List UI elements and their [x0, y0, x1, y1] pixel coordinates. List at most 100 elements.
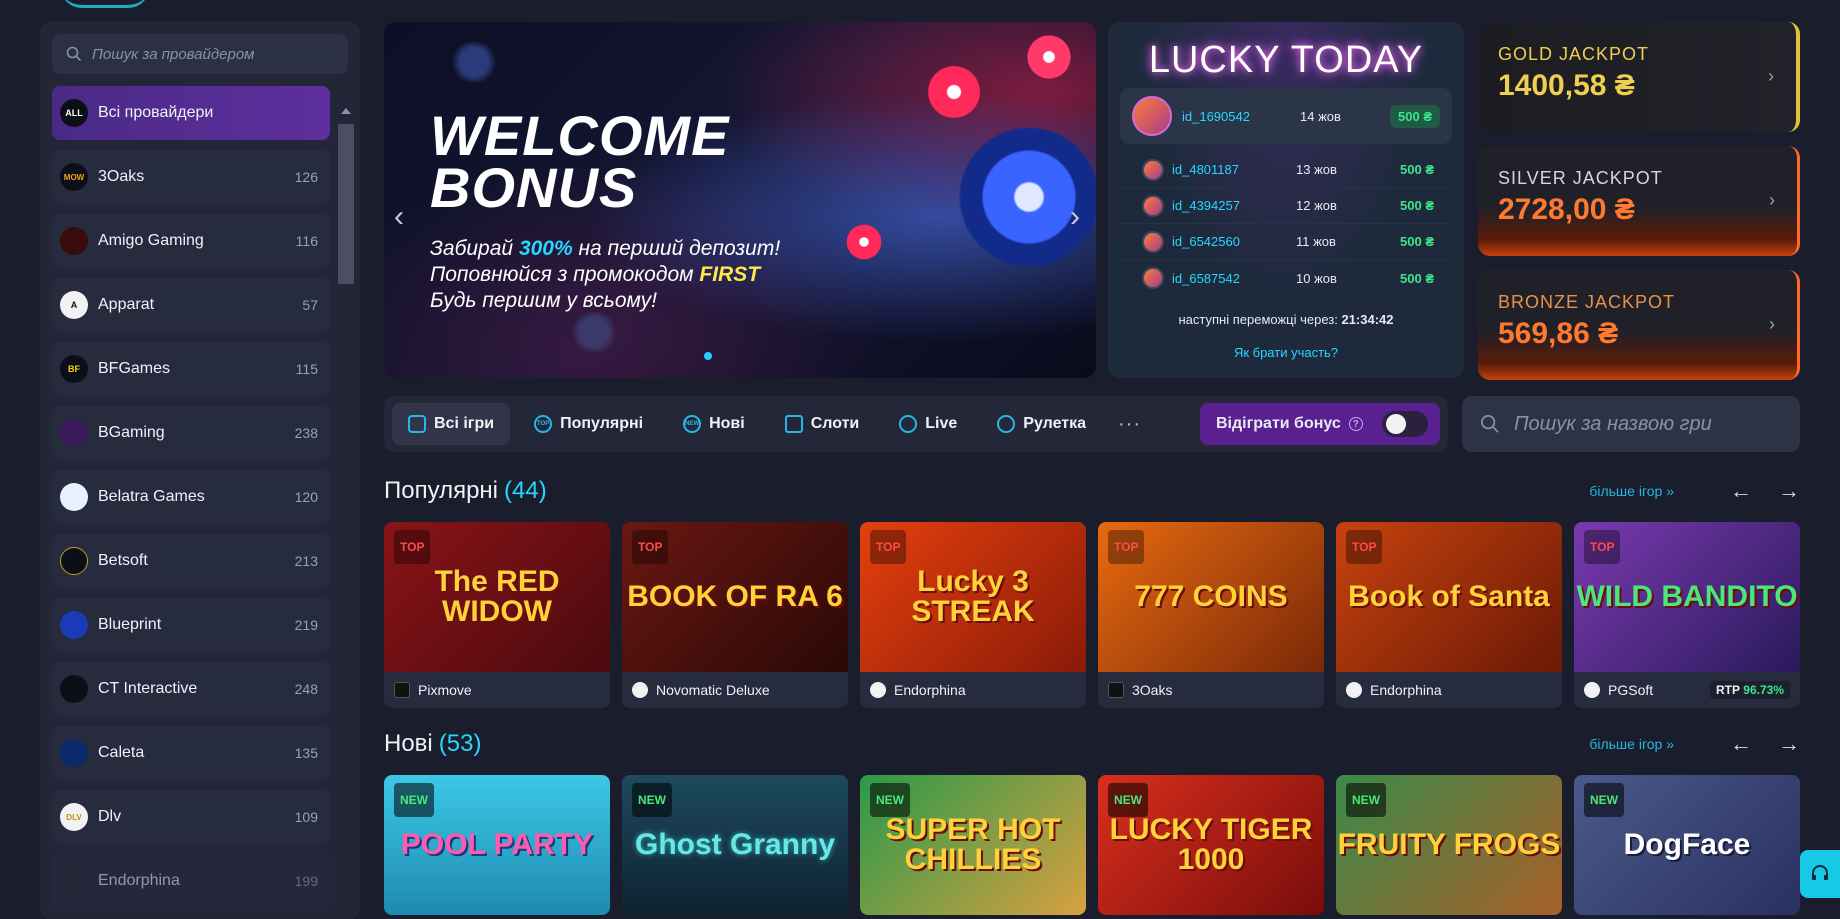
gold-jackpot-card[interactable]: GOLD JACKPOT 1400,58 ₴ ›	[1478, 22, 1800, 132]
provider-item-all[interactable]: ALL Всі провайдери	[52, 86, 330, 140]
provider-item-amigo-gaming[interactable]: Amigo Gaming 116	[52, 214, 330, 268]
game-card[interactable]: NEW POOL PARTY	[384, 775, 610, 915]
new-icon: NEW	[683, 415, 702, 433]
provider-count: 115	[295, 361, 318, 377]
how-to-participate-link[interactable]: Як брати участь?	[1120, 345, 1452, 360]
provider-count: 120	[294, 489, 318, 505]
toggle-switch[interactable]	[1382, 411, 1428, 437]
more-games-link[interactable]: більше ігор »	[1589, 736, 1674, 752]
welcome-bonus-banner[interactable]: WELCOME BONUS Забирай 300% на перший деп…	[384, 22, 1096, 378]
winner-amount: 500 ₴	[1400, 270, 1434, 286]
winner-date: 12 жов	[1296, 198, 1337, 213]
jackpot-label: GOLD JACKPOT	[1498, 44, 1650, 64]
game-thumbnail: TOP BOOK OF RA 6	[622, 522, 848, 672]
search-icon	[66, 46, 82, 62]
tab-slots[interactable]: Слоти	[769, 403, 876, 445]
new-badge: NEW	[1584, 783, 1624, 817]
game-title: FRUITY FROGS	[1337, 828, 1561, 861]
arrow-left-icon[interactable]: ←	[1730, 731, 1752, 757]
provider-item-dlv[interactable]: DLV Dlv 109	[52, 790, 330, 844]
provider-item-ct-interactive[interactable]: CT Interactive 248	[52, 662, 330, 716]
arrow-right-icon[interactable]: →	[1778, 731, 1800, 757]
banner-pagination-dot[interactable]	[704, 352, 712, 360]
provider-name: Endorphina	[98, 872, 180, 889]
provider-item-blueprint[interactable]: Blueprint 219	[52, 598, 330, 652]
game-card[interactable]: TOP The RED WIDOW Pixmove	[384, 522, 610, 708]
game-card[interactable]: TOP BOOK OF RA 6 Novomatic Deluxe	[622, 522, 848, 708]
winner-amount: 500 ₴	[1400, 198, 1434, 213]
lucky-winner-row: id_6587542 10 жов 500 ₴	[1120, 260, 1452, 296]
next-winners-timer: наступні переможці через: 21:34:42	[1120, 312, 1452, 327]
game-title: POOL PARTY	[400, 828, 594, 861]
game-thumbnail: TOP WILD BANDITO	[1574, 522, 1800, 672]
roulette-icon	[997, 415, 1016, 433]
provider-count: 109	[294, 809, 318, 825]
provider-item-bfgames[interactable]: BF BFGames 115	[52, 342, 330, 396]
game-card[interactable]: NEW LUCKY TIGER 1000	[1098, 775, 1324, 915]
provider-item-endorphina[interactable]: Endorphina 199	[52, 854, 330, 908]
provider-count: 116	[295, 233, 318, 249]
winner-id: id_6587542	[1172, 270, 1240, 286]
game-card[interactable]: NEW FRUITY FROGS	[1336, 775, 1562, 915]
top-badge: TOP	[632, 530, 669, 564]
provider-item-apparat[interactable]: A Apparat 57	[52, 278, 330, 332]
provider-logo-icon	[60, 739, 88, 767]
game-card[interactable]: TOP Lucky 3 STREAK Endorphina	[860, 522, 1086, 708]
wager-bonus-toggle[interactable]: Відіграти бонус ?	[1200, 403, 1440, 445]
game-card[interactable]: NEW SUPER HOT CHILLIES	[860, 775, 1086, 915]
game-search-input[interactable]: Пошук за назвою гри	[1462, 396, 1800, 452]
top-badge: TOP	[1108, 530, 1145, 564]
support-chat-button[interactable]	[1800, 850, 1840, 898]
banner-next-icon[interactable]: ›	[1070, 200, 1080, 234]
site-logo[interactable]	[60, 0, 150, 8]
arrow-right-icon[interactable]: →	[1778, 478, 1800, 504]
provider-scrollbar[interactable]	[336, 108, 354, 919]
avatar	[1142, 267, 1164, 289]
provider-item-bgaming[interactable]: BGaming 238	[52, 406, 330, 460]
tab-all-games[interactable]: Всі ігри	[392, 403, 511, 445]
game-card[interactable]: TOP WILD BANDITO PGSoft RTP 96.73%	[1574, 522, 1800, 708]
provider-item-3oaks[interactable]: MOW 3Oaks 126	[52, 150, 330, 204]
game-thumbnail: NEW DogFace	[1574, 775, 1800, 915]
avatar	[1142, 194, 1164, 217]
provider-search-input[interactable]: Пошук за провайдером	[52, 34, 348, 74]
tab-label: Популярні	[560, 415, 644, 432]
banner-line: Будь першим у всьому!	[430, 289, 658, 312]
tab-roulette[interactable]: Рулетка	[981, 403, 1102, 445]
provider-item-caleta[interactable]: Caleta 135	[52, 726, 330, 780]
winner-date: 13 жов	[1296, 162, 1337, 177]
tab-label: Слоти	[810, 415, 860, 432]
silver-jackpot-card[interactable]: SILVER JACKPOT 2728,00 ₴ ›	[1478, 146, 1800, 256]
scroll-up-icon[interactable]	[341, 108, 351, 114]
chevron-right-icon: ›	[1769, 314, 1775, 334]
lucky-today-title: LUCKY TODAY	[1148, 39, 1424, 81]
game-card[interactable]: TOP Book of Santa Endorphina	[1336, 522, 1562, 708]
provider-count: 238	[294, 425, 318, 441]
bronze-jackpot-card[interactable]: BRONZE JACKPOT 569,86 ₴ ›	[1478, 270, 1800, 380]
provider-count: 126	[294, 169, 318, 185]
arrow-left-icon[interactable]: ←	[1730, 478, 1752, 504]
scrollbar-thumb[interactable]	[338, 124, 354, 284]
game-card[interactable]: NEW Ghost Granny	[622, 775, 848, 915]
game-card[interactable]: NEW DogFace	[1574, 775, 1800, 915]
banner-prev-icon[interactable]: ‹	[394, 200, 404, 234]
game-thumbnail: TOP The RED WIDOW	[384, 522, 610, 672]
help-icon[interactable]: ?	[1348, 417, 1363, 431]
chevron-right-icon: ›	[1768, 66, 1774, 86]
provider-item-betsoft[interactable]: Betsoft 213	[52, 534, 330, 588]
banner-title-line: WELCOME	[430, 104, 730, 167]
tab-live[interactable]: Live	[883, 403, 973, 445]
avatar	[1142, 230, 1164, 253]
provider-item-belatra-games[interactable]: Belatra Games 120	[52, 470, 330, 524]
new-badge: NEW	[394, 783, 434, 817]
more-games-link[interactable]: більше ігор »	[1589, 483, 1674, 499]
tab-new[interactable]: NEW Нові	[667, 403, 761, 445]
game-card[interactable]: TOP 777 COINS 3Oaks	[1098, 522, 1324, 708]
provider-name: Caleta	[98, 744, 145, 761]
game-title: WILD BANDITO	[1576, 580, 1798, 613]
lucky-winner-row: id_6542560 11 жов 500 ₴	[1120, 224, 1452, 260]
tab-popular[interactable]: TOP Популярні	[518, 403, 659, 445]
more-tabs-icon[interactable]: ···	[1110, 413, 1149, 436]
provider-name: Endorphina	[894, 682, 966, 698]
provider-count: 135	[294, 745, 318, 761]
